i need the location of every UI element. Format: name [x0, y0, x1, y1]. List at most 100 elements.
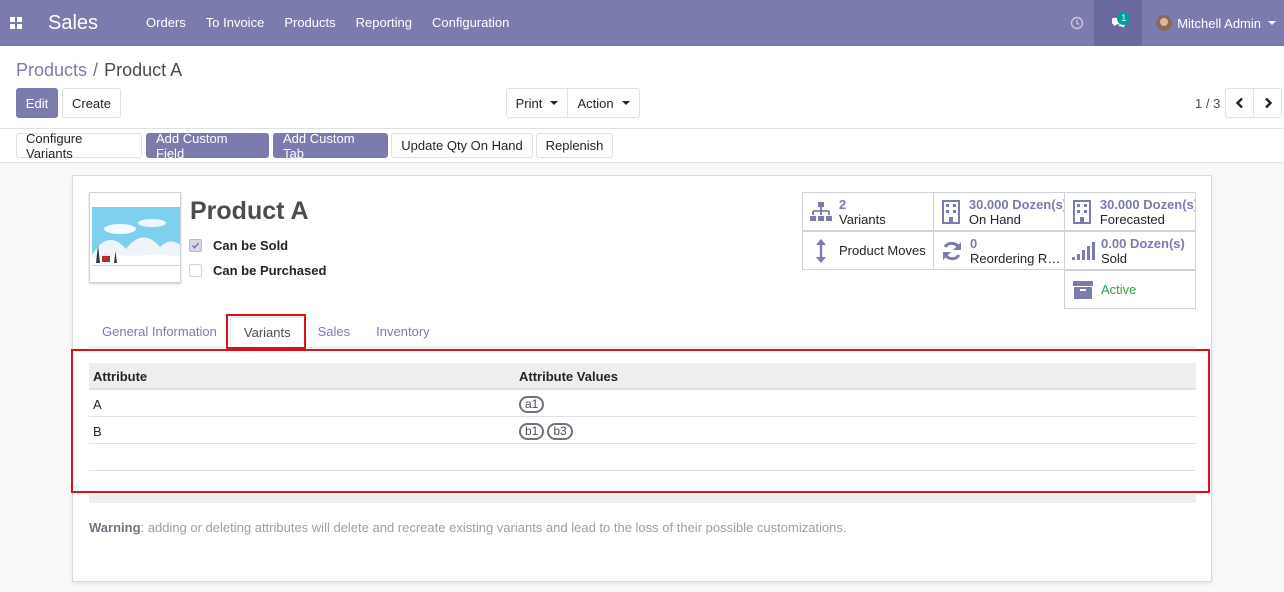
form-header-buttons: Configure Variants Add Custom Field Add … — [0, 129, 1284, 163]
chevron-down-icon — [1268, 21, 1276, 25]
action-label: Action — [577, 95, 614, 111]
forecasted-smart-button[interactable]: 30.000 Dozen(s) Forecasted — [1064, 192, 1196, 231]
variants-smart-button[interactable]: 2 Variants — [802, 192, 934, 231]
forecasted-label: Forecasted — [1099, 211, 1165, 227]
refresh-icon — [943, 241, 961, 260]
forecasted-unit: Dozen(s) — [1143, 196, 1195, 212]
forecasted-value: 30.000 — [1099, 196, 1140, 212]
sold-value: 0.00 — [1101, 235, 1127, 251]
caret-down-icon — [621, 101, 630, 105]
product-moves-smart-button[interactable]: Product Moves — [802, 231, 934, 270]
variants-warning-text: Warning: adding or deleting attributes w… — [89, 520, 847, 535]
table-row[interactable]: A a1 — [89, 390, 1196, 417]
reordering-count: 0 — [970, 235, 978, 251]
apps-menu-icon[interactable] — [0, 0, 32, 46]
action-dropdown[interactable]: Action — [567, 88, 640, 118]
top-navbar: Sales Orders To Invoice Products Reporti… — [0, 0, 1284, 46]
messaging-button[interactable]: 1 — [1094, 0, 1143, 46]
variants-label: Variants — [839, 211, 886, 227]
on-hand-unit: Dozen(s) — [1012, 196, 1064, 212]
active-toggle-smart-button[interactable]: Active — [1064, 270, 1196, 309]
attribute-values-cell: a1 — [519, 396, 547, 413]
table-empty-row[interactable] — [89, 444, 1196, 471]
add-custom-tab-button[interactable]: Add Custom Tab — [273, 131, 388, 161]
can-be-purchased-field[interactable]: Can be Purchased — [189, 263, 326, 278]
on-hand-label: On Hand — [968, 211, 1021, 227]
attribute-values-cell: b1 b3 — [519, 423, 576, 440]
update-qty-on-hand-button[interactable]: Update Qty On Hand — [391, 133, 533, 158]
can-be-sold-label: Can be Sold — [213, 238, 289, 253]
menu-orders[interactable]: Orders — [136, 0, 196, 46]
sitemap-icon — [810, 201, 832, 221]
column-header-attribute[interactable]: Attribute — [93, 369, 147, 384]
avatar — [1156, 15, 1173, 31]
form-sheet: Product A Can be Sold Can be Purchased 2… — [72, 175, 1212, 582]
tab-general-information[interactable]: General Information — [89, 317, 230, 348]
value-tag: a1 — [519, 396, 545, 413]
caret-down-icon — [550, 101, 559, 105]
attribute-cell: A — [93, 397, 102, 412]
tab-sales[interactable]: Sales — [305, 317, 364, 348]
variants-count: 2 — [839, 196, 847, 212]
tab-variants[interactable]: Variants — [229, 317, 305, 348]
main-menu: Orders To Invoice Products Reporting Con… — [136, 0, 519, 46]
column-header-attribute-values[interactable]: Attribute Values — [519, 369, 618, 384]
chevron-left-icon — [1235, 97, 1243, 109]
menu-products[interactable]: Products — [274, 0, 345, 46]
print-label: Print — [515, 95, 543, 111]
signal-bars-icon — [1072, 241, 1095, 260]
user-name: Mitchell Admin — [1177, 15, 1261, 31]
on-hand-smart-button[interactable]: 30.000 Dozen(s) On Hand — [933, 192, 1065, 231]
tab-inventory[interactable]: Inventory — [363, 317, 442, 348]
reordering-rules-smart-button[interactable]: 0 Reordering Rules — [933, 231, 1065, 270]
product-image[interactable] — [89, 192, 181, 283]
warning-label: Warning — [89, 520, 141, 535]
menu-reporting[interactable]: Reporting — [346, 0, 422, 46]
pager-value[interactable]: 1 / 3 — [1195, 96, 1220, 111]
sold-unit: Dozen(s) — [1129, 235, 1185, 251]
can-be-sold-checkbox[interactable] — [189, 239, 202, 252]
configure-variants-button[interactable]: Configure Variants — [16, 131, 142, 161]
chat-count-badge: 1 — [1117, 12, 1131, 25]
pager-next-button[interactable] — [1253, 88, 1282, 118]
control-panel: Products / Product A Edit Create Print Act… — [0, 46, 1284, 129]
arrows-vertical-icon — [816, 238, 826, 263]
breadcrumb: Products / Product A — [16, 60, 182, 81]
checkmark-icon — [191, 242, 200, 249]
can-be-sold-field[interactable]: Can be Sold — [189, 238, 288, 253]
reordering-label: Reordering Rules — [970, 250, 1062, 266]
product-name[interactable]: Product A — [190, 197, 309, 226]
activity-clock-icon[interactable] — [1060, 0, 1094, 46]
replenish-button[interactable]: Replenish — [536, 133, 613, 158]
menu-configuration[interactable]: Configuration — [422, 0, 519, 46]
user-menu[interactable]: Mitchell Admin — [1142, 0, 1284, 46]
building-icon — [942, 199, 961, 224]
value-tag: b3 — [547, 423, 573, 440]
sold-smart-button[interactable]: 0.00 Dozen(s) Sold — [1064, 231, 1196, 270]
active-status-label: Active — [1101, 282, 1137, 297]
breadcrumb-current: Product A — [104, 60, 183, 80]
app-name[interactable]: Sales — [48, 12, 98, 35]
on-hand-value: 30.000 — [968, 196, 1009, 212]
create-button[interactable]: Create — [62, 88, 121, 118]
can-be-purchased-checkbox[interactable] — [189, 264, 202, 277]
value-tag: b1 — [519, 423, 545, 440]
sold-label: Sold — [1101, 250, 1128, 266]
table-row[interactable]: B b1 b3 — [89, 417, 1196, 444]
navbar-right: 1 Mitchell Admin — [1060, 0, 1284, 46]
pager-previous-button[interactable] — [1225, 88, 1254, 118]
archive-icon — [1073, 280, 1093, 299]
product-moves-label: Product Moves — [839, 243, 926, 258]
menu-to-invoice[interactable]: To Invoice — [196, 0, 275, 46]
print-dropdown[interactable]: Print — [506, 88, 568, 118]
edit-button[interactable]: Edit — [16, 88, 58, 118]
breadcrumb-products-link[interactable]: Products — [16, 60, 87, 80]
breadcrumb-separator: / — [93, 60, 99, 80]
building-icon — [1073, 199, 1092, 224]
add-custom-field-button[interactable]: Add Custom Field — [146, 131, 269, 161]
can-be-purchased-label: Can be Purchased — [213, 263, 327, 278]
form-notebook-tabs: General Information Variants Sales Inven… — [89, 317, 1196, 348]
warning-message: : adding or deleting attributes will del… — [140, 520, 847, 535]
chevron-right-icon — [1264, 97, 1272, 109]
attribute-table-header: Attribute Attribute Values — [89, 363, 1196, 390]
